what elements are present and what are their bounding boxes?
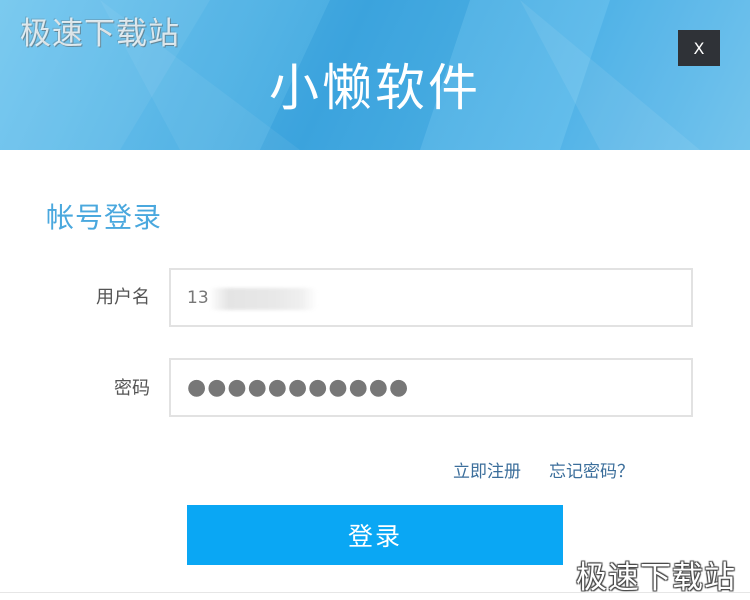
close-button[interactable]: X bbox=[678, 30, 720, 66]
watermark-top: 极速下载站 bbox=[20, 16, 180, 52]
password-label: 密码 bbox=[114, 378, 150, 399]
header-banner: 极速下载站 小懒软件 X bbox=[0, 0, 750, 150]
password-field-box bbox=[169, 358, 693, 417]
username-redaction-blur bbox=[209, 288, 317, 310]
login-section-title: 帐号登录 bbox=[46, 201, 163, 234]
watermark-bottom: 极速下载站 bbox=[576, 560, 736, 596]
password-input[interactable] bbox=[171, 360, 691, 415]
register-link[interactable]: 立即注册 bbox=[453, 457, 521, 482]
forgot-password-link[interactable]: 忘记密码？ bbox=[549, 457, 634, 482]
login-button[interactable]: 登录 bbox=[187, 505, 563, 565]
window-bottom-border bbox=[0, 592, 750, 593]
close-icon: X bbox=[693, 38, 705, 58]
app-title: 小懒软件 bbox=[269, 59, 481, 117]
username-field-box bbox=[169, 268, 693, 327]
username-label: 用户名 bbox=[96, 287, 150, 308]
